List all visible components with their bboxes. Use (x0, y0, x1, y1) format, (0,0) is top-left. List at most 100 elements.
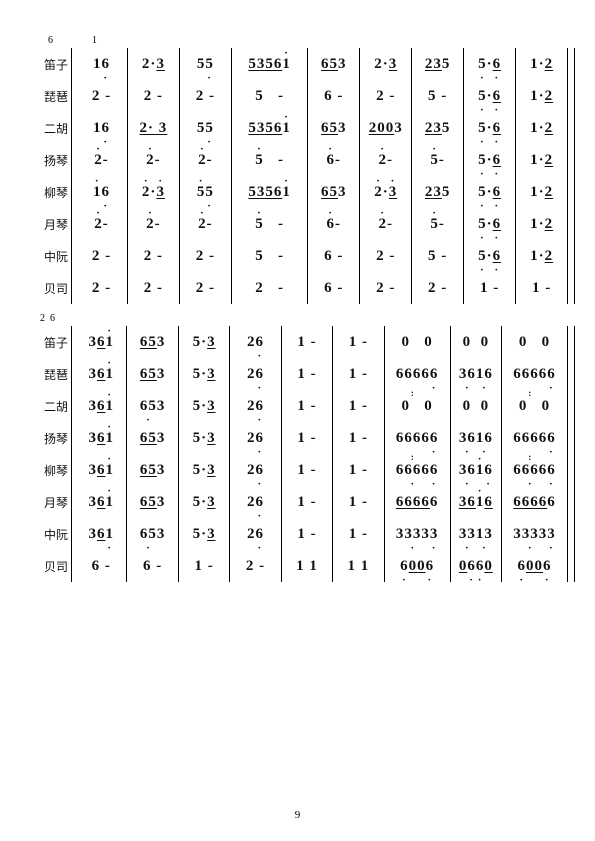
measure: 5 - (412, 144, 464, 176)
measure: 2 - (128, 240, 180, 272)
staff-dizi: 笛子 1 6 2· 3 5 5 5356 1 65 3 2· 3 235 5· … (30, 48, 575, 80)
measure: 1 - (333, 518, 384, 550)
measure: 5356 1 (232, 176, 308, 208)
measure: 1· 2 (516, 80, 568, 112)
measure: 1· 2 (516, 208, 568, 240)
staff-erhu: 二胡 3 61 65 3 5· 3 2 6 1 - 1 - 0 0 0 0 0 … (30, 390, 575, 422)
measure: 36 16 (451, 422, 502, 454)
measure: 235 (412, 48, 464, 80)
measure: 6 - (127, 550, 178, 582)
measure: 1 - (282, 358, 333, 390)
measure: 1· 2 (516, 240, 568, 272)
measure: 2 - (360, 208, 412, 240)
measure: 2 - (76, 208, 128, 240)
instrument-label: 贝司 (30, 280, 71, 297)
bar-number: 1 (92, 35, 98, 46)
measure: 2 - (128, 272, 180, 304)
measure: 2· 3 (360, 48, 412, 80)
measure: 2 - (232, 272, 308, 304)
instrument-label: 扬琴 (30, 152, 71, 169)
measure: 3 61 (76, 486, 127, 518)
staff-pipa: 琵琶 3 61 65 3 5· 3 2 6 1 - 1 - 6666 6 36 … (30, 358, 575, 390)
measure: 2 - (230, 550, 281, 582)
measure: 1 - (282, 486, 333, 518)
staff-yueqin: 月琴 3 61 65 3 5· 3 2 6 1 - 1 - 6666 6 36 … (30, 486, 575, 518)
measure: 36 16 (451, 486, 502, 518)
measure: 2 - (360, 80, 412, 112)
measure: 2 - (128, 208, 180, 240)
measure: 2 - (128, 144, 180, 176)
measure: 36 16 (451, 454, 502, 486)
measure: 06 60 (451, 550, 502, 582)
measure: 1 1 (282, 550, 333, 582)
measure: 2 - (76, 80, 128, 112)
measure: 3333 3 (502, 518, 568, 550)
measure: 5· 3 (179, 454, 230, 486)
measure: 3 61 (76, 422, 127, 454)
instrument-label: 琵琶 (30, 88, 71, 105)
measure: 235 (412, 176, 464, 208)
staff-zhongruan: 中阮 2 - 2 - 2 - 5 - 6 - 2 - 5 - 5· 6 1· 2 (30, 240, 575, 272)
measure: 5 5 (180, 48, 232, 80)
measure: 2 - (180, 208, 232, 240)
measure: 3 61 (76, 358, 127, 390)
measure: 1 - (282, 390, 333, 422)
measure: 5· 3 (179, 326, 230, 358)
measure: 60 06 (502, 550, 568, 582)
measure: 5 - (232, 208, 308, 240)
instrument-label: 笛子 (30, 56, 71, 73)
measure: 5· 6 (464, 48, 516, 80)
measure: 2 - (360, 144, 412, 176)
measure: 2 - (360, 240, 412, 272)
measure: 2 6 (230, 358, 281, 390)
measure: 0 0 (451, 390, 502, 422)
measure: 5· 3 (179, 486, 230, 518)
measure: 5· 3 (179, 390, 230, 422)
staff-liuqin: 柳琴 3 61 65 3 5· 3 2 6 1 - 1 - 6666 6 36 … (30, 454, 575, 486)
measure: 0 0 (451, 326, 502, 358)
measure: 2· 3 (360, 176, 412, 208)
measure: 1· 2 (516, 144, 568, 176)
measure: 60 06 (385, 550, 451, 582)
measure: 5· 3 (179, 422, 230, 454)
measure: 2 - (180, 272, 232, 304)
measure: 5· 6 (464, 208, 516, 240)
measure: 1 - (333, 390, 384, 422)
measure: 6 - (308, 272, 360, 304)
measure: 2 - (76, 144, 128, 176)
measure: 5 - (232, 80, 308, 112)
measure: 2 6 (230, 390, 281, 422)
system-2: 2 6 笛子 3 61 65 3 5· 3 2 6 1 - 1 - 0 0 0 … (30, 326, 575, 582)
instrument-label: 二胡 (30, 398, 71, 415)
measure: 3 61 (76, 518, 127, 550)
measure: 6 - (308, 80, 360, 112)
staff-pipa: 琵琶 2 - 2 - 2 - 5 - 6 - 2 - 5 - 5· 6 1· 2 (30, 80, 575, 112)
measure: 6666 6 (385, 486, 451, 518)
measure: 6666 6 (502, 358, 568, 390)
instrument-label: 笛子 (30, 334, 71, 351)
measure: 200 3 (360, 112, 412, 144)
measure: 235 (412, 112, 464, 144)
measure: 3 61 (76, 390, 127, 422)
measure: 1 - (282, 326, 333, 358)
measure: 1 - (333, 358, 384, 390)
measure: 6666 6 (385, 358, 451, 390)
measure: 6666 6 (385, 422, 451, 454)
measure: 5 - (412, 240, 464, 272)
measure: 2 6 (230, 422, 281, 454)
score-container: 1 6 笛子 1 6 2· 3 5 5 5356 1 65 3 2· 3 235… (30, 48, 575, 604)
page-number: 9 (0, 809, 595, 821)
measure: 0 0 (502, 326, 568, 358)
instrument-label: 中阮 (30, 248, 71, 265)
measure: 1 - (282, 422, 333, 454)
measure: 65 3 (127, 358, 178, 390)
staff-yueqin: 月琴 2 - 2 - 2 - 5 - 6 - 2 - 5 - 5· 6 1· 2 (30, 208, 575, 240)
measure: 5· 6 (464, 176, 516, 208)
measure: 2 - (76, 240, 128, 272)
measure: 6666 6 (502, 486, 568, 518)
measure: 65 3 (127, 422, 178, 454)
staff-zhongruan: 中阮 3 61 65 3 5· 3 2 6 1 - 1 - 3333 3 33 … (30, 518, 575, 550)
measure: 1 6 (76, 112, 128, 144)
staff-dizi: 笛子 3 61 65 3 5· 3 2 6 1 - 1 - 0 0 0 0 0 … (30, 326, 575, 358)
measure: 2· 3 (128, 112, 180, 144)
